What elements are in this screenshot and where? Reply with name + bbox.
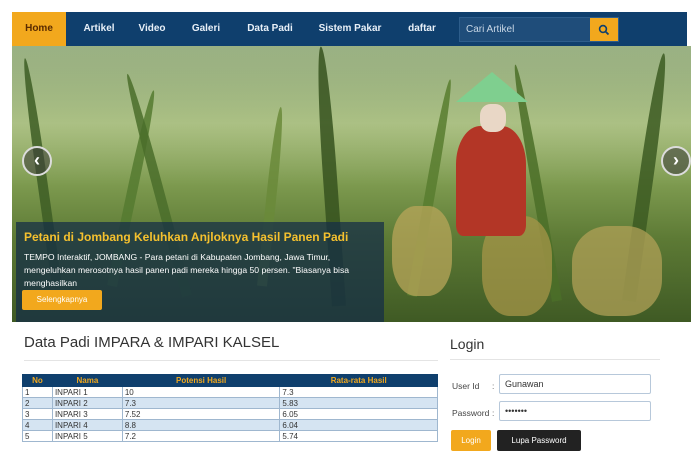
cell-potensi: 10 xyxy=(121,386,281,398)
col-header-no: No xyxy=(22,374,53,387)
search-button[interactable] xyxy=(590,18,618,41)
divider xyxy=(450,359,660,360)
nav-video[interactable]: Video xyxy=(130,12,174,46)
userid-label: User Id xyxy=(452,381,480,391)
cell-no: 3 xyxy=(22,408,53,420)
nav-artikel[interactable]: Artikel xyxy=(74,12,124,46)
nav-sistem-pakar[interactable]: Sistem Pakar xyxy=(312,12,388,46)
cell-rata-rata: 7.3 xyxy=(279,386,438,398)
password-label: Password xyxy=(452,408,490,418)
top-navigation-bar: Home Artikel Video Galeri Data Padi Sist… xyxy=(12,12,687,46)
cell-nama: INPARI 2 xyxy=(51,397,123,409)
chevron-left-icon: ‹ xyxy=(34,150,40,170)
table-row: 4 INPARI 4 8.8 6.04 xyxy=(22,419,438,431)
cell-potensi: 8.8 xyxy=(121,419,281,431)
cell-potensi: 7.2 xyxy=(121,430,281,442)
userid-field[interactable] xyxy=(499,374,651,394)
nav-home[interactable]: Home xyxy=(12,12,66,46)
table-section-title: Data Padi IMPARA & IMPARI KALSEL xyxy=(24,334,280,351)
cell-no: 5 xyxy=(22,430,53,442)
hero-sky xyxy=(12,46,691,186)
cell-nama: INPARI 1 xyxy=(51,386,123,398)
divider xyxy=(24,360,438,361)
slider-prev-button[interactable]: ‹ xyxy=(22,146,52,176)
nav-galeri[interactable]: Galeri xyxy=(184,12,228,46)
conical-hat xyxy=(456,72,528,102)
userid-colon: : xyxy=(492,381,495,391)
hero-slider: ‹ › Petani di Jombang Keluhkan Anjloknya… xyxy=(12,46,691,322)
forgot-password-button[interactable]: Lupa Password xyxy=(497,430,581,451)
cell-no: 4 xyxy=(22,419,53,431)
cell-nama: INPARI 3 xyxy=(51,408,123,420)
cell-rata-rata: 6.04 xyxy=(279,419,438,431)
cell-rata-rata: 5.83 xyxy=(279,397,438,409)
cell-nama: INPARI 5 xyxy=(51,430,123,442)
search-box xyxy=(459,17,619,42)
table-row: 5 INPARI 5 7.2 5.74 xyxy=(22,430,438,442)
search-icon xyxy=(598,24,610,35)
login-button[interactable]: Login xyxy=(451,430,491,451)
rice-grain xyxy=(392,206,452,296)
table-row: 2 INPARI 2 7.3 5.83 xyxy=(22,397,438,409)
table-row: 1 INPARI 1 10 7.3 xyxy=(22,386,438,398)
password-field[interactable] xyxy=(499,401,651,421)
farmer-face xyxy=(480,104,506,132)
slide-title[interactable]: Petani di Jombang Keluhkan Anjloknya Has… xyxy=(24,230,348,244)
rice-data-table: No Nama Potensi Hasil Rata-rata Hasil 1 … xyxy=(22,374,438,442)
col-header-rata-rata: Rata-rata Hasil xyxy=(279,374,438,387)
read-more-button[interactable]: Selengkapnya xyxy=(22,290,102,310)
cell-no: 1 xyxy=(22,386,53,398)
chevron-right-icon: › xyxy=(673,150,679,170)
search-input[interactable] xyxy=(460,18,592,41)
table-header-row: No Nama Potensi Hasil Rata-rata Hasil xyxy=(22,374,438,387)
col-header-potensi: Potensi Hasil xyxy=(121,374,281,387)
nav-data-padi[interactable]: Data Padi xyxy=(238,12,302,46)
cell-potensi: 7.3 xyxy=(121,397,281,409)
slide-excerpt: TEMPO Interaktif, JOMBANG - Para petani … xyxy=(24,252,350,288)
cell-no: 2 xyxy=(22,397,53,409)
rice-grain xyxy=(572,226,662,316)
login-title: Login xyxy=(450,336,485,352)
cell-rata-rata: 5.74 xyxy=(279,430,438,442)
col-header-nama: Nama xyxy=(51,374,123,387)
cell-rata-rata: 6.05 xyxy=(279,408,438,420)
password-colon: : xyxy=(492,408,495,418)
cell-potensi: 7.52 xyxy=(121,408,281,420)
slider-next-button[interactable]: › xyxy=(661,146,691,176)
nav-daftar[interactable]: daftar xyxy=(400,12,444,46)
farmer-figure xyxy=(456,126,526,236)
table-row: 3 INPARI 3 7.52 6.05 xyxy=(22,408,438,420)
cell-nama: INPARI 4 xyxy=(51,419,123,431)
